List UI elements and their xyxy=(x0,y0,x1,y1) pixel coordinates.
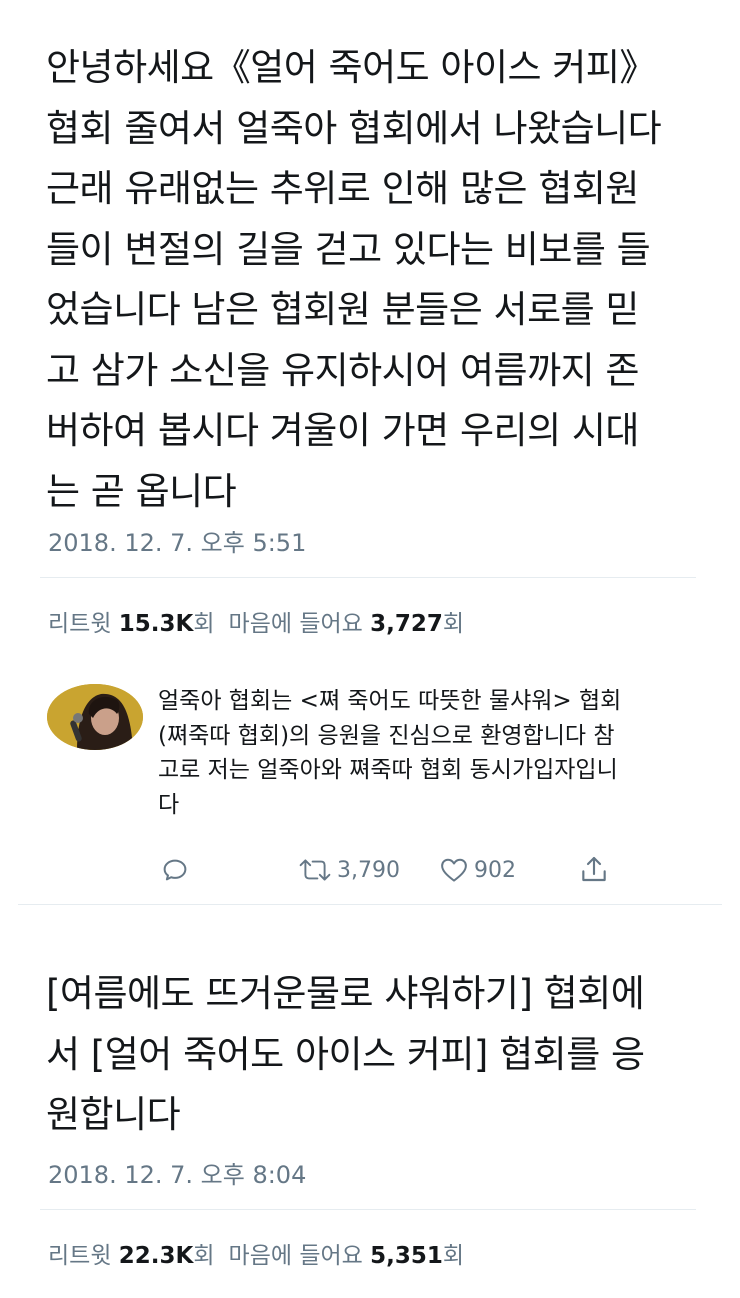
likes-label: 마음에 들어요 xyxy=(228,611,363,637)
retweets-label: 리트윗 xyxy=(48,611,112,637)
reply-text: 얼죽아 협회는 <쪄 죽어도 따뜻한 물샤워> 협회 (쪄죽따 협회)의 응원을… xyxy=(158,684,718,822)
likes-suffix: 회 xyxy=(442,611,465,637)
retweets-count: 22.3K xyxy=(118,1243,194,1269)
divider xyxy=(40,577,696,578)
share-icon xyxy=(582,856,606,882)
tweet-2-line: 서 [얼어 죽어도 아이스 커피] 협회를 응 xyxy=(46,1032,645,1076)
tweet-2-stats: 리트윗 22.3K회 마음에 들어요 5,351회 xyxy=(48,1236,464,1270)
tweet-1-line: 안녕하세요《얼어 죽어도 아이스 커피》 xyxy=(46,46,656,89)
likes-stat[interactable]: 마음에 들어요 3,727회 xyxy=(229,611,465,637)
reply-line: (쪄죽따 협회)의 응원을 진심으로 환영합니다 참 xyxy=(158,722,615,749)
avatar[interactable] xyxy=(47,684,143,750)
share-button[interactable] xyxy=(578,852,610,888)
tweet-2-line: 원합니다 xyxy=(46,1093,181,1136)
tweet-1-line: 협회 줄여서 얼죽아 협회에서 나왔습니다 xyxy=(46,106,662,150)
divider xyxy=(18,904,722,905)
reply-line: 고로 저는 얼죽아와 쪄죽따 협회 동시가입자입니 xyxy=(158,757,618,783)
retweets-stat[interactable]: 리트윗 15.3K회 xyxy=(48,611,215,637)
avatar-image xyxy=(47,684,143,750)
tweet-1-stats: 리트윗 15.3K회 마음에 들어요 3,727회 xyxy=(48,604,464,638)
divider xyxy=(40,1209,696,1210)
retweet-icon xyxy=(299,859,331,881)
tweet-2-line: [여름에도 뜨거운물로 샤워하기] 협회에 xyxy=(46,972,645,1015)
comment-bubble-icon xyxy=(163,859,187,881)
tweet-1-line: 고 삼가 소신을 유지하시어 여름까지 존 xyxy=(46,348,639,392)
retweet-count: 3,790 xyxy=(337,857,400,883)
tweet-1-line: 었습니다 남은 협회원 분들은 서로를 믿 xyxy=(46,288,639,331)
retweets-suffix: 회 xyxy=(193,1243,215,1269)
likes-stat[interactable]: 마음에 들어요 5,351회 xyxy=(229,1243,465,1269)
reply-line: 얼죽아 협회는 <쪄 죽어도 따뜻한 물샤워> 협회 xyxy=(158,688,622,714)
retweets-count: 15.3K xyxy=(118,611,194,637)
retweet-button[interactable]: 3,790 xyxy=(297,852,400,888)
likes-label: 마음에 들어요 xyxy=(228,1243,363,1269)
likes-suffix: 회 xyxy=(442,1243,465,1269)
tweet-2-text: [여름에도 뜨거운물로 샤워하기] 협회에 서 [얼어 죽어도 아이스 커피] … xyxy=(46,964,706,1146)
tweet-1-line: 는 곧 옵니다 xyxy=(46,469,237,513)
reply-button[interactable] xyxy=(160,852,190,888)
tweet-1-timestamp[interactable]: 2018. 12. 7. 오후 5:51 xyxy=(48,523,306,558)
tweet-1-line: 들이 변절의 길을 걷고 있다는 비보를 들 xyxy=(46,227,651,271)
tweet-2-timestamp[interactable]: 2018. 12. 7. 오후 8:04 xyxy=(48,1155,306,1190)
retweets-label: 리트윗 xyxy=(48,1243,112,1269)
like-button[interactable]: 902 xyxy=(438,852,516,888)
tweet-1-text: 안녕하세요《얼어 죽어도 아이스 커피》 협회 줄여서 얼죽아 협회에서 나왔습… xyxy=(46,38,706,522)
retweets-stat[interactable]: 리트윗 22.3K회 xyxy=(48,1243,215,1269)
likes-count: 3,727 xyxy=(370,611,443,637)
reply-line: 다 xyxy=(158,791,180,818)
tweet-1-line: 버하여 봅시다 겨울이 가면 우리의 시대 xyxy=(46,409,639,452)
like-count: 902 xyxy=(474,857,516,883)
heart-icon xyxy=(441,858,467,882)
likes-count: 5,351 xyxy=(370,1243,443,1269)
tweet-1-line: 근래 유래없는 추위로 인해 많은 협회원 xyxy=(46,167,639,210)
retweets-suffix: 회 xyxy=(193,611,215,637)
